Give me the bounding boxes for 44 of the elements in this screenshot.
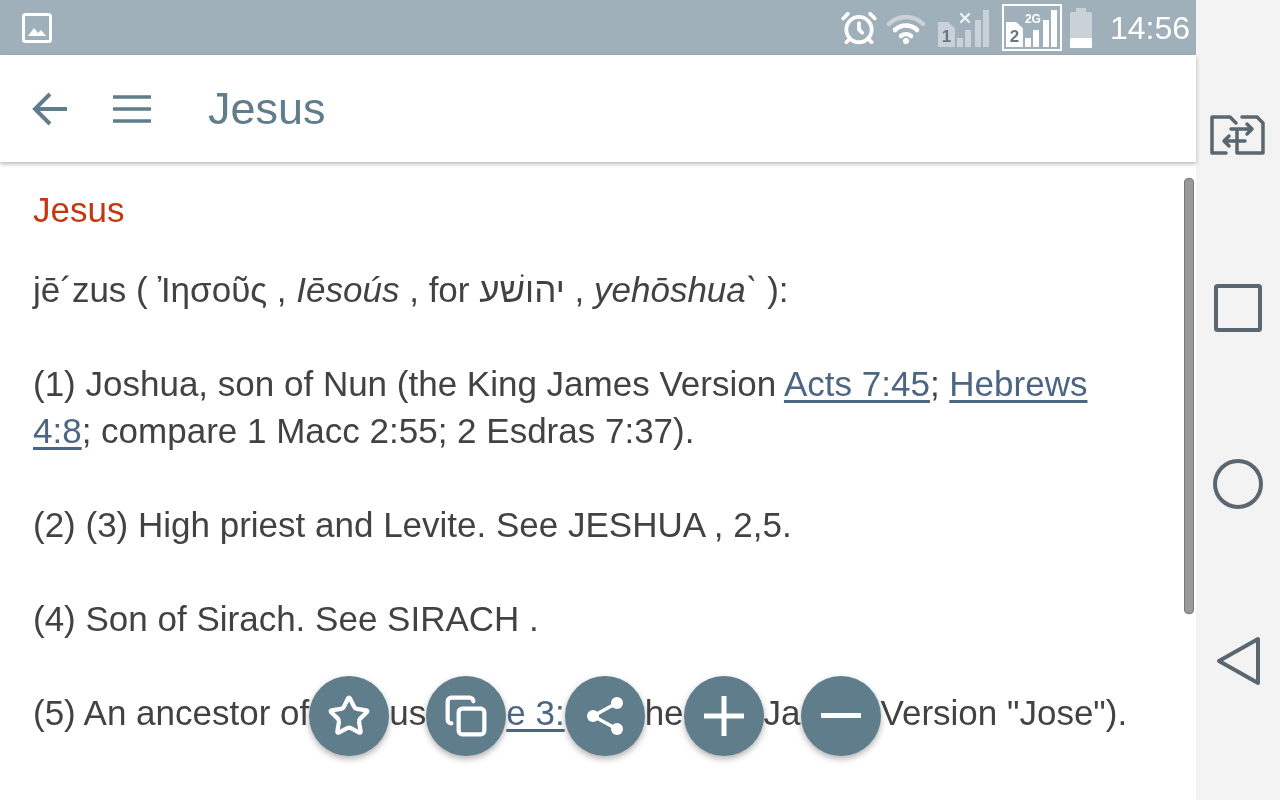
reference-link[interactable]: Hebrews [949,364,1088,403]
paragraph-text: (2) (3) High priest and Levite. See JESHUA , 2,5. [33,504,793,546]
battery-icon [1069,7,1092,48]
star-icon [327,693,372,738]
zoom-in-button[interactable] [683,675,764,756]
network-type-label: 2G [1024,12,1041,26]
sim-slot-label: 2 [1005,22,1023,47]
left-arrow-icon [31,90,69,127]
back-nav-button[interactable] [1215,636,1261,686]
share-icon [585,695,624,736]
zoom-out-button[interactable] [800,675,881,756]
paragraph-text: (1) Joshua, son of Nun (the King James Version Acts 7:45; Hebrews 4:8; compare 1 Macc 2:55; 2 Esdras 7:37). [33,363,1089,452]
signal-bars-icon [1024,30,1039,47]
plus-icon [703,695,744,736]
article-heading: Jesus [33,189,126,231]
partial-text: Ja [763,692,801,734]
favorite-button[interactable] [309,675,390,756]
image-icon [22,12,52,43]
partial-link[interactable]: e 3: [506,689,565,736]
recents-button[interactable] [1214,284,1262,332]
menu-icon [113,94,151,123]
sim-switch-button[interactable] [1209,113,1267,157]
status-time: 14:56 [1109,8,1190,48]
partial-text: us [389,692,427,734]
paragraph-text: (4) Son of Sirach. See SIRACH . [33,598,540,640]
partial-text: Version "Jose"). [880,692,1128,734]
square-icon [1214,284,1262,332]
sim-switch-icon [1209,113,1267,157]
copy-button[interactable] [426,675,507,756]
reference-link[interactable]: Acts 7:45 [783,364,930,403]
copy-icon [444,693,489,738]
share-button[interactable] [564,675,645,756]
home-button[interactable] [1213,459,1263,509]
minus-icon [820,713,861,718]
triangle-icon [1215,636,1261,686]
sim-slot-label: 1 [937,22,955,47]
menu-button[interactable] [113,94,151,123]
back-button[interactable] [31,90,69,127]
circle-icon [1213,459,1263,509]
partial-text: he [644,692,684,734]
signal-bars-icon [956,30,971,47]
partial-text: (5) An ancestor of [33,692,310,734]
reference-link[interactable]: 4:8 [33,411,82,450]
app-bar-title: Jesus [208,81,326,136]
